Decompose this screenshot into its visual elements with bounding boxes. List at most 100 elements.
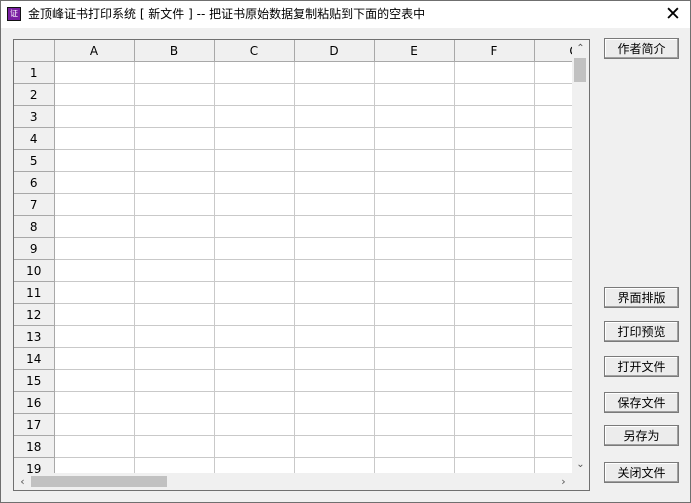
- row-header[interactable]: 5: [14, 149, 55, 172]
- grid-cell[interactable]: [134, 303, 215, 326]
- grid-cell[interactable]: [134, 105, 215, 128]
- grid-cell[interactable]: [374, 259, 455, 282]
- grid-cell[interactable]: [134, 435, 215, 458]
- row-header[interactable]: 7: [14, 193, 55, 216]
- grid-cell[interactable]: [294, 281, 375, 304]
- horizontal-scrollbar[interactable]: ‹ ›: [14, 473, 572, 490]
- grid-cell[interactable]: [454, 171, 535, 194]
- grid-cell[interactable]: [374, 391, 455, 414]
- row-header[interactable]: 8: [14, 215, 55, 238]
- grid-cell[interactable]: [214, 303, 295, 326]
- grid-cell[interactable]: [454, 61, 535, 84]
- grid-cell[interactable]: [454, 413, 535, 436]
- scroll-right-button[interactable]: ›: [555, 473, 572, 490]
- grid-cell[interactable]: [454, 347, 535, 370]
- grid-cell[interactable]: [454, 391, 535, 414]
- open-file-button[interactable]: 打开文件: [604, 356, 679, 377]
- grid-cell[interactable]: [454, 83, 535, 106]
- grid-cell[interactable]: [134, 259, 215, 282]
- grid-cell[interactable]: [134, 127, 215, 150]
- grid-cell[interactable]: [134, 193, 215, 216]
- column-header-c[interactable]: C: [214, 40, 295, 62]
- column-header-b[interactable]: B: [134, 40, 215, 62]
- grid-cell[interactable]: [214, 237, 295, 260]
- grid-cell[interactable]: [54, 347, 135, 370]
- select-all-corner[interactable]: [14, 40, 55, 62]
- grid-cell[interactable]: [134, 215, 215, 238]
- grid-cell[interactable]: [374, 105, 455, 128]
- row-header[interactable]: 1: [14, 61, 55, 84]
- grid-cell[interactable]: [134, 83, 215, 106]
- row-header[interactable]: 10: [14, 259, 55, 282]
- grid-cell[interactable]: [374, 281, 455, 304]
- grid-cell[interactable]: [54, 237, 135, 260]
- grid-cell[interactable]: [294, 259, 375, 282]
- grid-cell[interactable]: [294, 391, 375, 414]
- grid-cell[interactable]: [374, 127, 455, 150]
- grid-cell[interactable]: [374, 413, 455, 436]
- grid-cell[interactable]: [374, 369, 455, 392]
- row-header[interactable]: 3: [14, 105, 55, 128]
- grid-cell[interactable]: [214, 105, 295, 128]
- grid-cell[interactable]: [214, 61, 295, 84]
- grid-cell[interactable]: [374, 61, 455, 84]
- grid-cell[interactable]: [294, 369, 375, 392]
- grid-cell[interactable]: [374, 435, 455, 458]
- grid-cell[interactable]: [134, 413, 215, 436]
- horizontal-scroll-thumb[interactable]: [31, 476, 167, 487]
- grid-cell[interactable]: [134, 281, 215, 304]
- grid-cell[interactable]: [294, 83, 375, 106]
- grid-cell[interactable]: [374, 347, 455, 370]
- row-header[interactable]: 12: [14, 303, 55, 326]
- grid-cell[interactable]: [454, 215, 535, 238]
- grid-cell[interactable]: [214, 127, 295, 150]
- grid-cell[interactable]: [294, 215, 375, 238]
- grid-cell[interactable]: [134, 171, 215, 194]
- grid-cell[interactable]: [454, 435, 535, 458]
- scroll-down-button[interactable]: ⌄: [572, 456, 589, 473]
- grid-cell[interactable]: [294, 171, 375, 194]
- row-header[interactable]: 11: [14, 281, 55, 304]
- grid-cell[interactable]: [54, 391, 135, 414]
- grid-cell[interactable]: [214, 193, 295, 216]
- column-header-e[interactable]: E: [374, 40, 455, 62]
- column-header-f[interactable]: F: [454, 40, 535, 62]
- grid-cell[interactable]: [294, 325, 375, 348]
- grid-cell[interactable]: [454, 193, 535, 216]
- grid-cell[interactable]: [134, 61, 215, 84]
- grid-cell[interactable]: [374, 215, 455, 238]
- grid-cell[interactable]: [374, 193, 455, 216]
- row-header[interactable]: 9: [14, 237, 55, 260]
- grid-cell[interactable]: [54, 105, 135, 128]
- grid-cell[interactable]: [454, 149, 535, 172]
- grid-cell[interactable]: [214, 259, 295, 282]
- grid-cell[interactable]: [294, 303, 375, 326]
- grid-cell[interactable]: [54, 149, 135, 172]
- vertical-scrollbar[interactable]: ⌃ ⌄: [572, 40, 589, 473]
- grid-cell[interactable]: [214, 391, 295, 414]
- grid-cell[interactable]: [454, 281, 535, 304]
- grid-cell[interactable]: [214, 171, 295, 194]
- grid-cell[interactable]: [294, 413, 375, 436]
- grid-cell[interactable]: [454, 237, 535, 260]
- grid-cell[interactable]: [374, 171, 455, 194]
- save-as-button[interactable]: 另存为: [604, 425, 679, 446]
- row-header[interactable]: 2: [14, 83, 55, 106]
- grid-cell[interactable]: [454, 369, 535, 392]
- grid-cell[interactable]: [294, 61, 375, 84]
- grid-cell[interactable]: [214, 281, 295, 304]
- row-header[interactable]: 17: [14, 413, 55, 436]
- row-header[interactable]: 6: [14, 171, 55, 194]
- row-header[interactable]: 4: [14, 127, 55, 150]
- grid-cell[interactable]: [134, 325, 215, 348]
- grid-cell[interactable]: [54, 369, 135, 392]
- grid-cell[interactable]: [214, 413, 295, 436]
- grid-cell[interactable]: [134, 391, 215, 414]
- row-header[interactable]: 14: [14, 347, 55, 370]
- row-header[interactable]: 13: [14, 325, 55, 348]
- scroll-up-button[interactable]: ⌃: [572, 40, 589, 57]
- grid-cell[interactable]: [54, 193, 135, 216]
- grid-cell[interactable]: [214, 83, 295, 106]
- grid-cell[interactable]: [214, 347, 295, 370]
- spreadsheet-grid[interactable]: ABCDEFG 1234567891011121314151617181920 …: [13, 39, 590, 491]
